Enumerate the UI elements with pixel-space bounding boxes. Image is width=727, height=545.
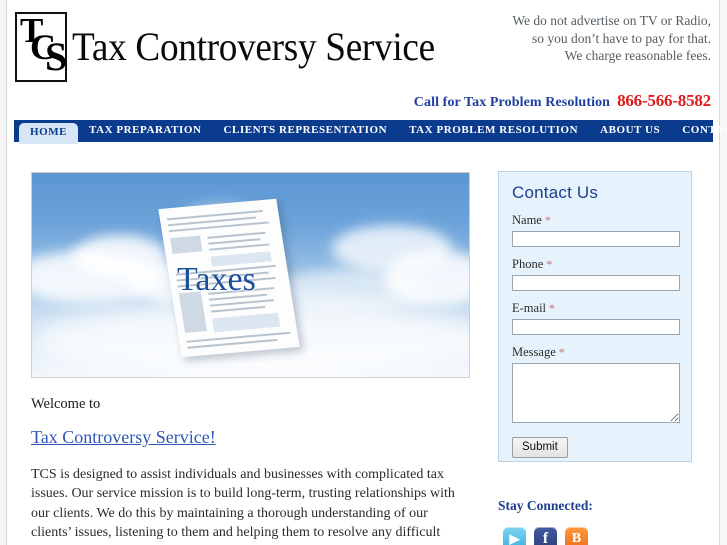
required-marker: * bbox=[546, 257, 553, 271]
header-tagline: We do not advertise on TV or Radio, so y… bbox=[381, 12, 711, 65]
social-glyph: ▶ bbox=[509, 530, 520, 545]
page-root: T C S Tax Controversy Service We do not … bbox=[0, 0, 727, 545]
field-label-text: Message bbox=[512, 345, 556, 359]
social-links: ▶ f B bbox=[503, 527, 588, 545]
nav-item-contact[interactable]: CONTACT bbox=[671, 121, 727, 141]
field-label: Phone * bbox=[512, 257, 691, 272]
blogger-icon[interactable]: B bbox=[565, 527, 588, 545]
viewport-right-edge bbox=[719, 0, 727, 545]
field-name: Name * bbox=[512, 213, 691, 247]
contact-form-fields: Name * Phone * E-mail * Message * bbox=[499, 213, 691, 423]
message-input[interactable] bbox=[512, 363, 680, 423]
facebook-icon[interactable]: f bbox=[534, 527, 557, 545]
welcome-text: Welcome to bbox=[31, 396, 101, 412]
call-to-action: Call for Tax Problem Resolution 866-566-8… bbox=[414, 91, 711, 111]
field-label: Name * bbox=[512, 213, 691, 228]
field-label: E-mail * bbox=[512, 301, 691, 316]
tagline-line-1: We do not advertise on TV or Radio, bbox=[512, 13, 711, 28]
site-name-link[interactable]: Tax Controversy Service! bbox=[31, 427, 216, 448]
required-marker: * bbox=[558, 345, 565, 359]
field-phone: Phone * bbox=[512, 257, 691, 291]
field-label-text: Name bbox=[512, 213, 542, 227]
tagline-line-3: We charge reasonable fees. bbox=[564, 48, 711, 63]
contact-form-title: Contact Us bbox=[512, 183, 599, 202]
required-marker: * bbox=[549, 301, 556, 315]
field-label-text: E-mail bbox=[512, 301, 547, 315]
field-label: Message * bbox=[512, 345, 691, 360]
nav-item-tax-problem-resolution[interactable]: TAX PROBLEM RESOLUTION bbox=[398, 121, 589, 141]
logo-letter-s: S bbox=[45, 34, 67, 79]
hero-image: Taxes bbox=[31, 172, 470, 378]
stay-connected-heading: Stay Connected: bbox=[498, 498, 593, 513]
phone-input[interactable] bbox=[512, 275, 680, 291]
site-header: T C S Tax Controversy Service We do not … bbox=[7, 0, 719, 118]
e-mail-input[interactable] bbox=[512, 319, 680, 335]
field-e-mail: E-mail * bbox=[512, 301, 691, 335]
submit-button[interactable]: Submit bbox=[512, 437, 568, 458]
social-glyph: B bbox=[571, 530, 582, 545]
required-marker: * bbox=[544, 213, 551, 227]
viewport-left-edge bbox=[0, 0, 7, 545]
hero-overlay-text: Taxes bbox=[177, 261, 256, 298]
twitter-icon[interactable]: ▶ bbox=[503, 527, 526, 545]
nav-item-about-us[interactable]: ABOUT US bbox=[589, 121, 671, 141]
tagline-line-2: so you don’t have to pay for that. bbox=[532, 30, 711, 46]
contact-form-panel: Contact Us Name * Phone * E-mail * Message * Su… bbox=[498, 171, 692, 462]
name-input[interactable] bbox=[512, 231, 680, 247]
field-label-text: Phone bbox=[512, 257, 544, 271]
nav-item-home[interactable]: HOME bbox=[19, 122, 79, 144]
phone-number[interactable]: 866-566-8582 bbox=[617, 91, 711, 110]
nav-item-tax-preparation[interactable]: TAX PREPARATION bbox=[78, 121, 212, 141]
intro-paragraph: TCS is designed to assist individuals an… bbox=[31, 467, 455, 545]
main-navigation: HOME TAX PREPARATION CLIENTS REPRESENTATIO… bbox=[14, 120, 727, 144]
field-message: Message * bbox=[512, 345, 691, 423]
main-content: Taxes Welcome to Tax Controversy Service… bbox=[31, 172, 472, 545]
cta-label: Call for Tax Problem Resolution bbox=[413, 95, 611, 110]
social-glyph: f bbox=[542, 529, 549, 545]
nav-item-clients-representation[interactable]: CLIENTS REPRESENTATION bbox=[213, 121, 399, 141]
logo-monogram-box: T C S bbox=[15, 12, 67, 82]
